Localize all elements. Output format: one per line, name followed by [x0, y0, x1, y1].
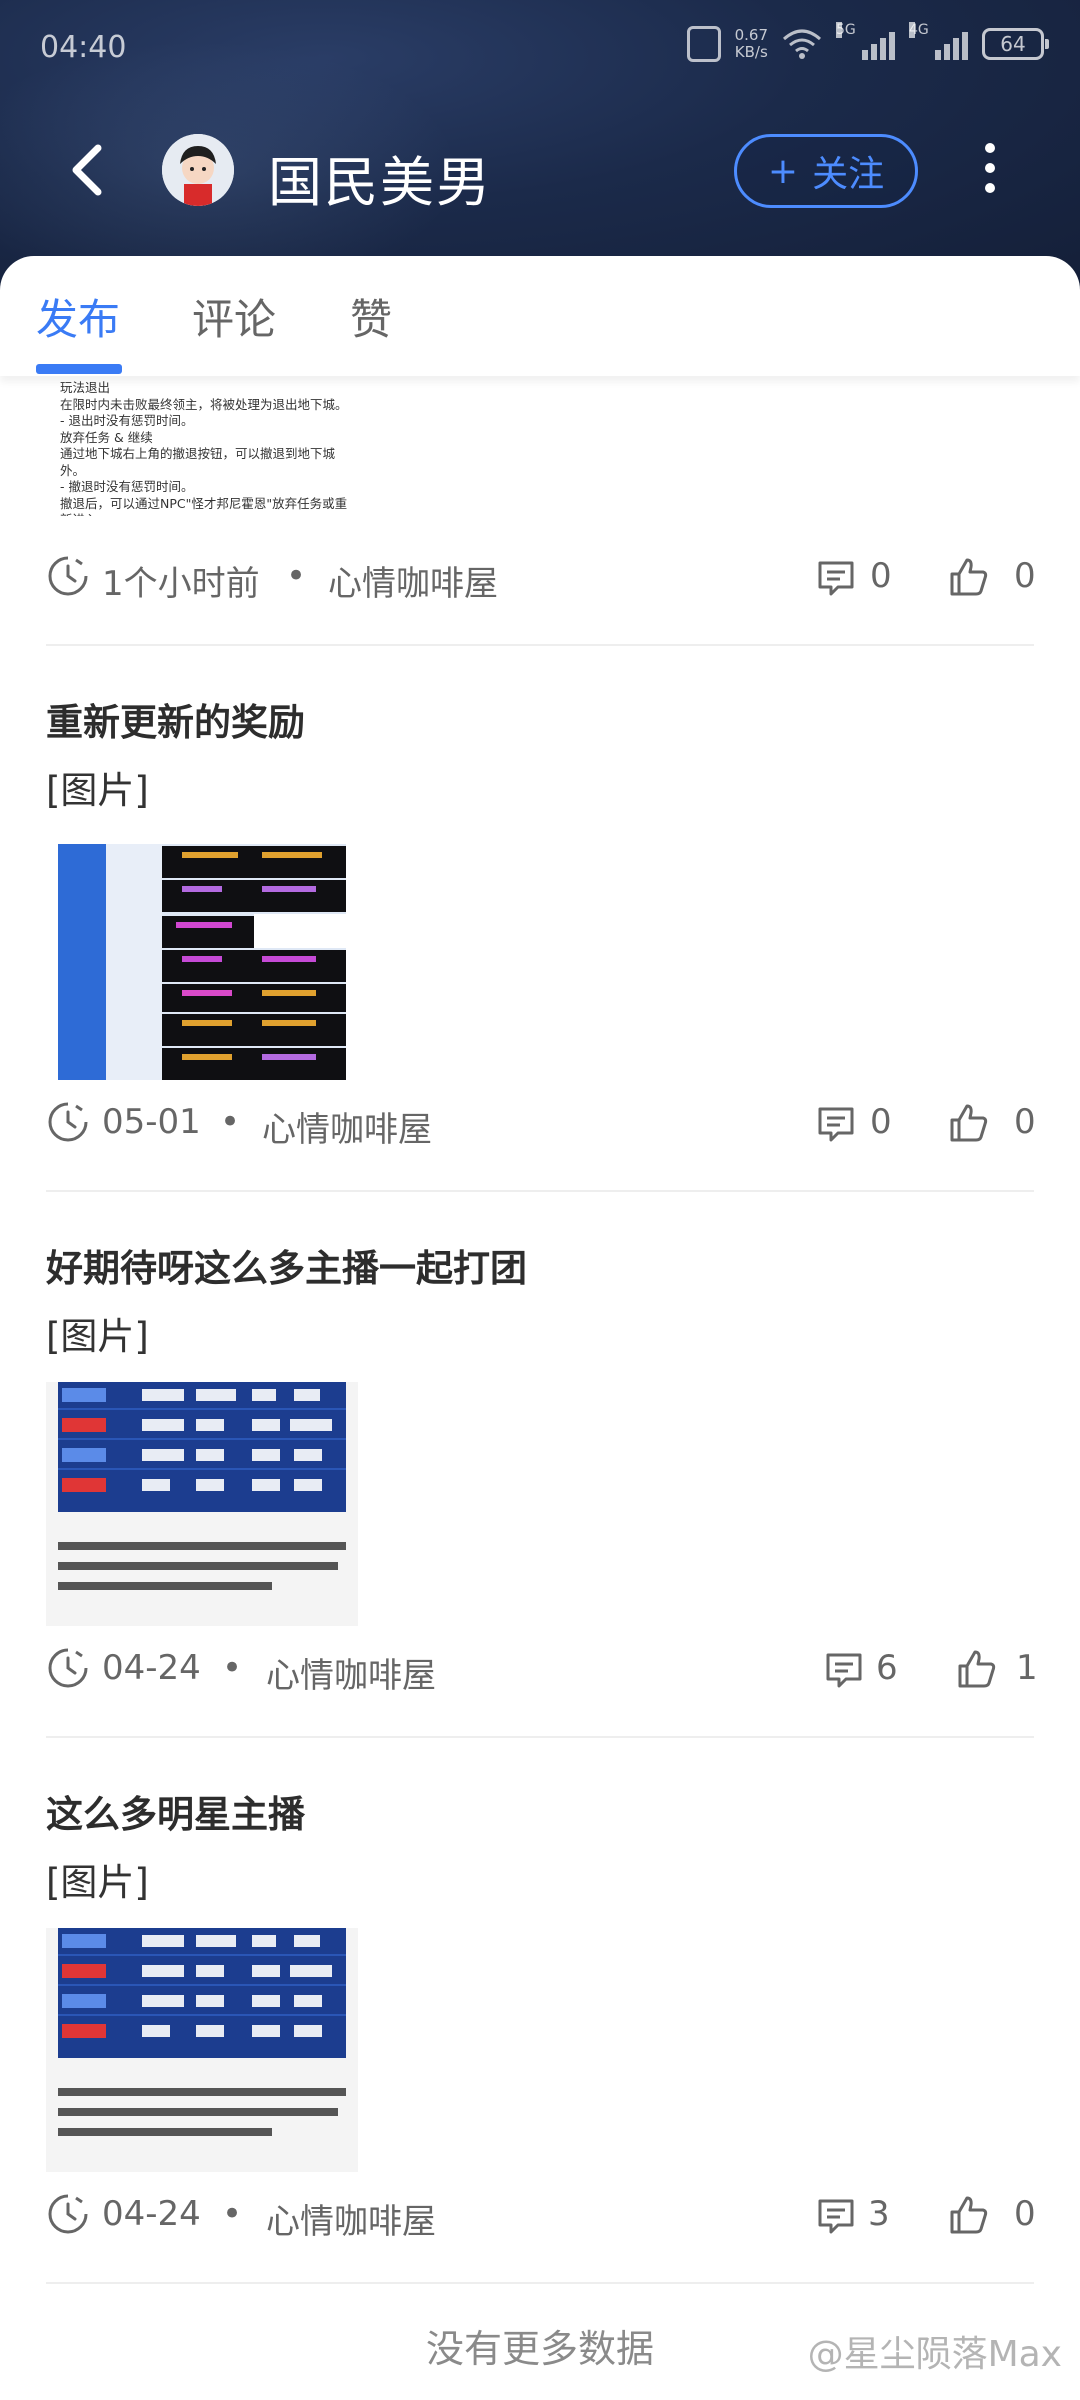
- back-button[interactable]: [60, 140, 120, 200]
- image-text-line: 在限时内未击败最终领主，将被处理为退出地下城。: [60, 396, 348, 412]
- status-icons: 0.67 KB/s 5G 4G 64: [686, 22, 1049, 62]
- post-thumbnail[interactable]: [46, 836, 358, 1080]
- post-category[interactable]: 心情咖啡屋: [266, 1648, 436, 1697]
- comment-icon[interactable]: [824, 1650, 864, 1690]
- tab-bar: 发布 评论 赞: [0, 256, 1080, 376]
- post-subtitle: [图片]: [46, 1861, 149, 1904]
- thumbs-up-icon[interactable]: [948, 556, 990, 598]
- clock-icon: [48, 556, 88, 596]
- comment-count: 0: [870, 1102, 892, 1142]
- image-text-line: - 撤退时没有惩罚时间。: [60, 479, 194, 494]
- post-subtitle: [图片]: [46, 769, 149, 812]
- image-text-line: 通过地下城右上角的撤退按钮，可以撤退到地下城外。: [60, 446, 336, 478]
- profile-header: 04:40 0.67 KB/s 5G 4G 64 国民美男 + 关注: [0, 0, 1080, 290]
- post-category[interactable]: 心情咖啡屋: [328, 556, 498, 605]
- wifi-icon: [782, 29, 822, 59]
- thumbs-up-icon[interactable]: [948, 2194, 990, 2236]
- comment-icon[interactable]: [816, 2196, 856, 2236]
- network-speed-value: 0.67: [734, 26, 768, 44]
- separator-dot: •: [220, 1102, 241, 1142]
- thumbs-up-icon[interactable]: [948, 1102, 990, 1144]
- signal-icon-sim1: 5G: [836, 22, 895, 60]
- comment-count: 3: [868, 2194, 890, 2234]
- divider: [46, 1736, 1034, 1738]
- post-time: 1个小时前: [102, 564, 260, 604]
- status-time: 04:40: [40, 30, 127, 65]
- post-item[interactable]: 好期待呀这么多主播一起打团 [图片]: [46, 1238, 1034, 1626]
- divider: [46, 1190, 1034, 1192]
- like-count: 0: [1014, 556, 1036, 596]
- tab-active-indicator: [36, 364, 122, 374]
- post-time: 04-24: [102, 2194, 201, 2234]
- separator-dot: •: [222, 2194, 243, 2234]
- post-title[interactable]: 好期待呀这么多主播一起打团: [46, 1238, 1034, 1292]
- like-count: 1: [1016, 1648, 1038, 1688]
- post-time: 05-01: [102, 1102, 201, 1142]
- sim2-label: 4G: [909, 22, 929, 38]
- post-item[interactable]: 重新更新的奖励 [图片]: [46, 692, 1034, 1080]
- comment-count: 0: [870, 556, 892, 596]
- tab-comments[interactable]: 评论: [192, 286, 276, 347]
- image-text-line: 放弃任务 & 继续: [60, 429, 153, 445]
- post-item[interactable]: 这么多明星主播 [图片]: [46, 1784, 1034, 2172]
- post-category[interactable]: 心情咖啡屋: [262, 1102, 432, 1151]
- separator-dot: •: [222, 1648, 243, 1688]
- like-count: 0: [1014, 2194, 1036, 2234]
- page-title: 国民美男: [268, 151, 492, 214]
- network-speed-unit: KB/s: [734, 43, 768, 61]
- image-text-line: - 退出时没有惩罚时间。: [60, 413, 194, 428]
- post-meta: 04-24 • 心情咖啡屋 3 0: [46, 2184, 1036, 2244]
- like-count: 0: [1014, 1102, 1036, 1142]
- post-category[interactable]: 心情咖啡屋: [266, 2194, 436, 2243]
- comment-count: 6: [876, 1648, 898, 1688]
- clock-icon: [48, 1648, 88, 1688]
- signal-icon-sim2: 4G: [909, 22, 968, 60]
- image-text-line: 撤退后，可以通过NPC"怪才邦尼霍恩"放弃任务或重新进入。: [60, 495, 348, 517]
- vibrate-icon: [686, 26, 721, 62]
- post-subtitle: [图片]: [46, 1315, 149, 1358]
- post-thumbnail[interactable]: [46, 1928, 358, 2172]
- nav-row: 国民美男 + 关注: [0, 120, 1080, 220]
- thumbs-up-icon[interactable]: [956, 1648, 998, 1690]
- network-speed: 0.67 KB/s: [735, 27, 768, 61]
- divider: [46, 2282, 1034, 2284]
- image-text-line: 玩法退出: [60, 380, 111, 395]
- chevron-left-icon: [72, 144, 102, 196]
- tab-likes[interactable]: 赞: [350, 286, 392, 347]
- post-meta: 05-01 • 心情咖啡屋 0 0: [46, 1092, 1036, 1152]
- tab-posts[interactable]: 发布: [36, 286, 120, 347]
- post-thumbnail[interactable]: [46, 1382, 358, 1626]
- post-time: 04-24: [102, 1648, 201, 1688]
- separator-dot: •: [286, 556, 307, 596]
- more-options-icon[interactable]: [975, 138, 1005, 202]
- comment-icon[interactable]: [816, 1104, 856, 1144]
- battery-icon: 64: [982, 28, 1049, 60]
- post-meta: 04-24 • 心情咖啡屋 6 1: [46, 1638, 1038, 1698]
- divider: [46, 644, 1034, 646]
- status-bar: 04:40 0.67 KB/s 5G 4G 64: [0, 0, 1080, 96]
- post-item[interactable]: 玩法退出 在限时内未击败最终领主，将被处理为退出地下城。 - 退出时没有惩罚时间…: [46, 376, 1034, 516]
- clock-icon: [48, 1102, 88, 1142]
- post-title[interactable]: 这么多明星主播: [46, 1784, 1034, 1838]
- sim1-label: 5G: [836, 22, 856, 38]
- clock-icon: [48, 2194, 88, 2234]
- post-meta: 1个小时前 • 心情咖啡屋 0 0: [46, 546, 1036, 606]
- plus-icon: +: [767, 150, 799, 192]
- avatar[interactable]: [162, 134, 234, 206]
- watermark: @星尘陨落Max: [807, 2334, 1062, 2375]
- post-title[interactable]: 重新更新的奖励: [46, 692, 1034, 746]
- post-image-text[interactable]: 玩法退出 在限时内未击败最终领主，将被处理为退出地下城。 - 退出时没有惩罚时间…: [46, 376, 358, 516]
- follow-label: 关注: [812, 154, 885, 195]
- comment-icon[interactable]: [816, 558, 856, 598]
- post-feed[interactable]: 玩法退出 在限时内未击败最终领主，将被处理为退出地下城。 - 退出时没有惩罚时间…: [0, 376, 1080, 2400]
- follow-button[interactable]: + 关注: [734, 134, 918, 208]
